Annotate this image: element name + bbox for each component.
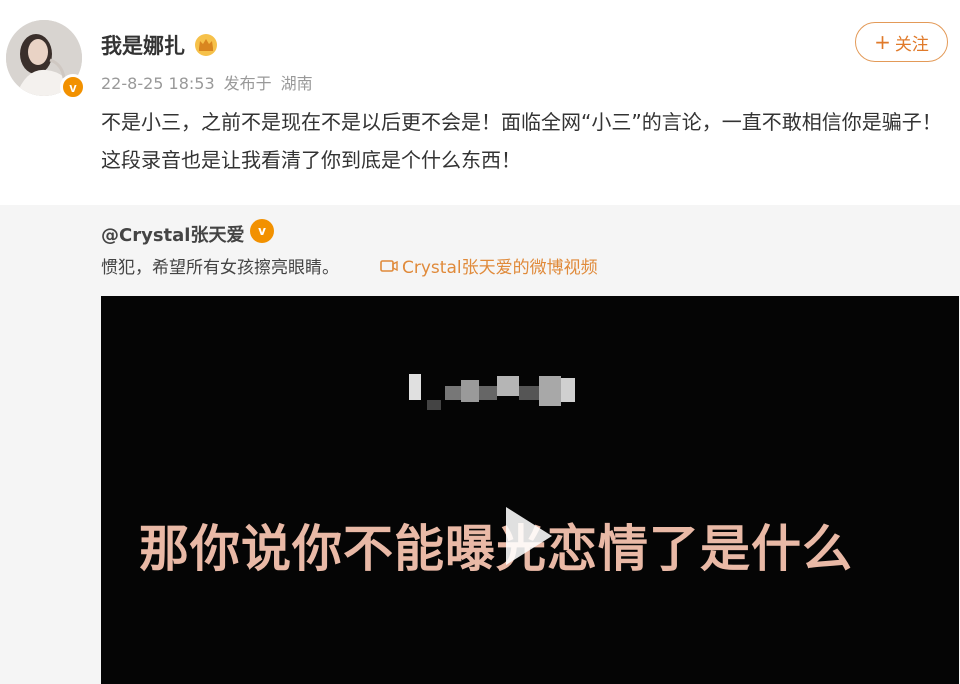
follow-label: 关注 [894,34,929,55]
video-player[interactable]: 那你说你不能曝光恋情了是什么 [101,296,959,684]
video-icon [380,259,398,272]
retweet-text: 惯犯，希望所有女孩擦亮眼睛。 [101,258,339,278]
verified-badge-icon: v [250,219,274,243]
video-subtitle: 那你说你不能曝光恋情了是什么 [139,520,853,578]
post-source: 发布于 [223,74,272,93]
post-meta: 22-8-25 18:53 发布于 湖南 [101,70,322,94]
username[interactable]: 我是娜扎 [101,30,185,60]
post-timestamp: 22-8-25 18:53 [101,74,215,93]
retweeted-post[interactable]: @Crystal张天爱 v 惯犯，希望所有女孩擦亮眼睛。 Crystal张天爱的… [0,205,960,684]
plus-icon: + [874,30,891,54]
pixelated-censor [409,374,575,410]
video-link[interactable]: Crystal张天爱的微博视频 [380,253,598,278]
crown-vip-icon[interactable] [193,33,219,57]
avatar-container[interactable]: v [6,20,86,100]
video-link-label: Crystal张天爱的微博视频 [402,258,598,278]
post-location[interactable]: 湖南 [281,74,313,93]
post-text: 不是小三，之前不是现在不是以后更不会是！面临全网“小三”的言论，一直不敢相信你是… [101,110,942,172]
retweet-author[interactable]: @Crystal张天爱 [101,221,244,247]
verified-badge-icon: v [60,74,86,100]
play-icon[interactable] [498,501,558,571]
follow-button[interactable]: + 关注 [855,22,948,62]
weibo-post-header: v 我是娜扎 22-8-25 18:53 发布于 湖南 + 关注 不是小三，之前不是… [0,0,960,200]
